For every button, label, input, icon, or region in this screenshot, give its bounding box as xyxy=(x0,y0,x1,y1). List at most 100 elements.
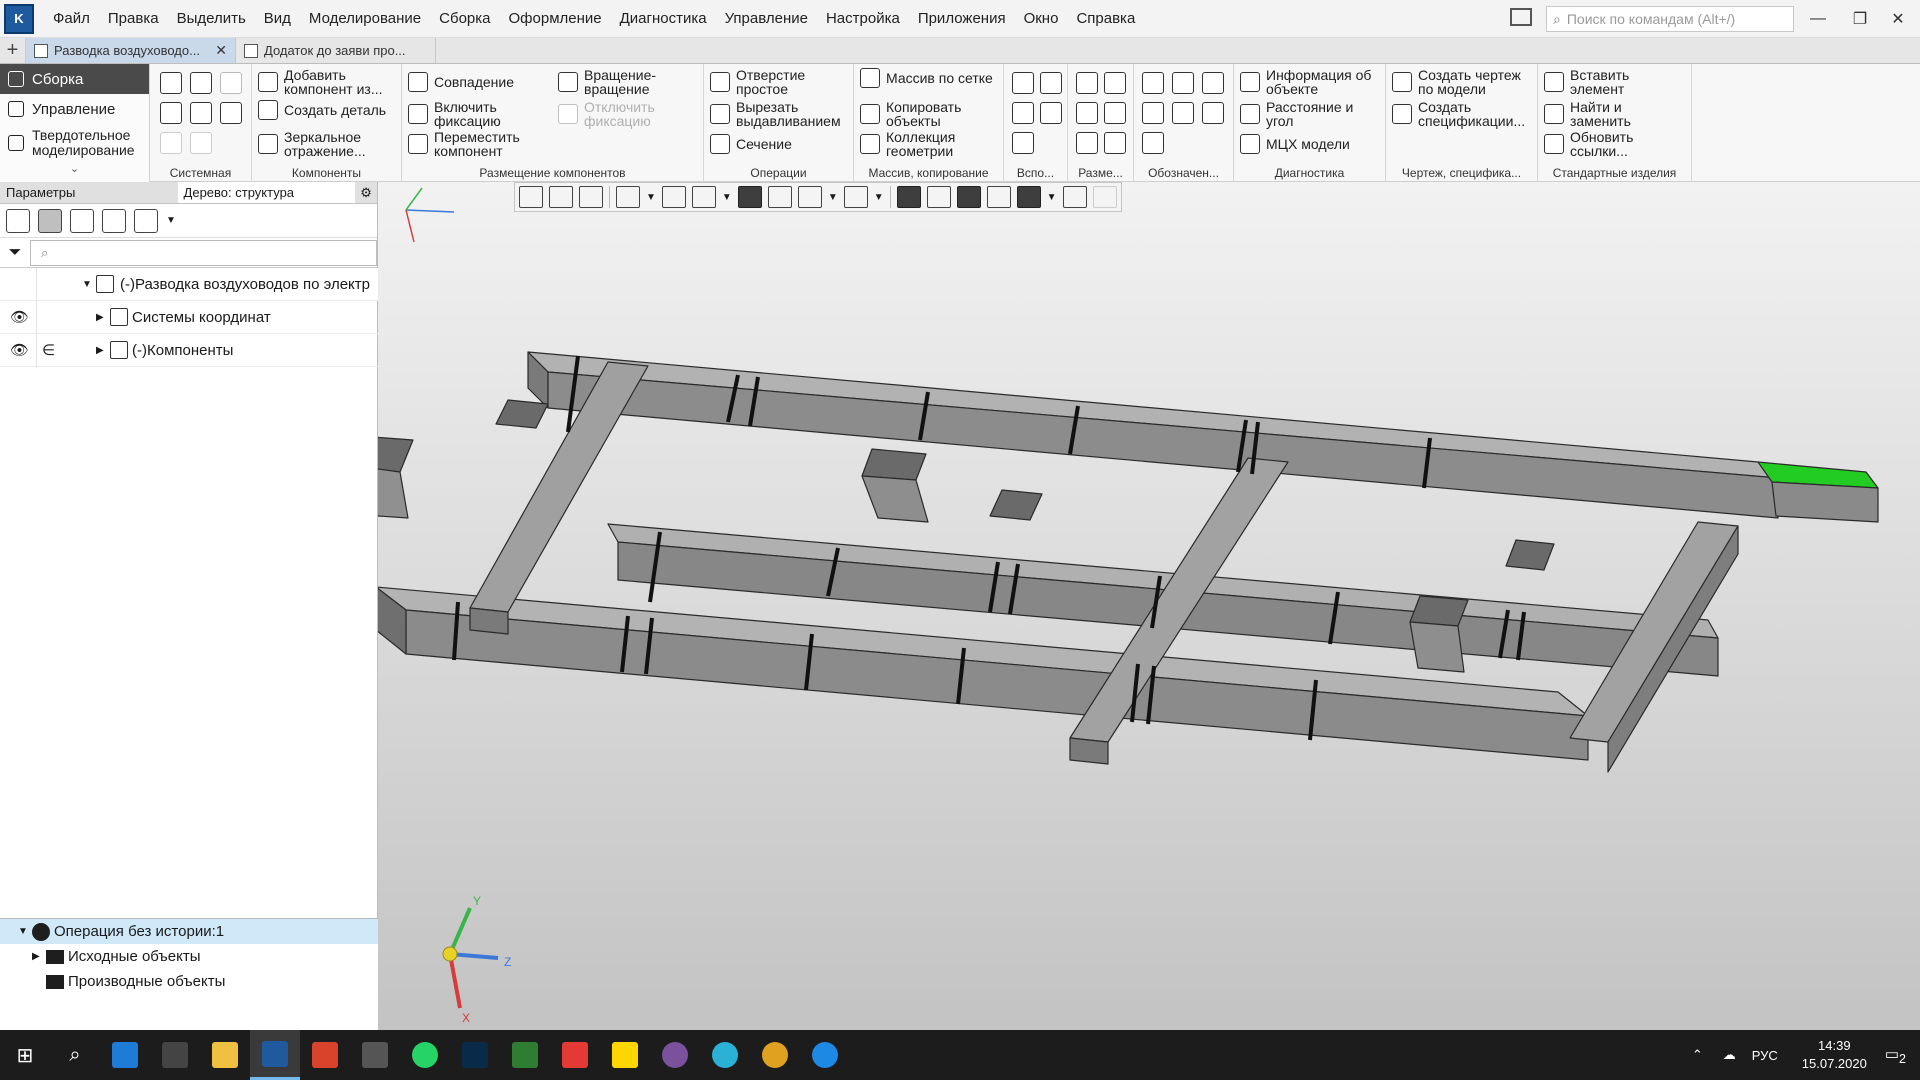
chevron-down-icon[interactable]: ⌄ xyxy=(0,162,149,175)
diameter-dim-icon[interactable] xyxy=(1104,72,1126,94)
position-icon[interactable] xyxy=(1142,132,1164,154)
restore-button[interactable]: ❐ xyxy=(1842,4,1878,34)
chevron-down-icon[interactable]: ▼ xyxy=(828,192,838,203)
derived-row[interactable]: Производные объекты xyxy=(0,969,378,994)
copy-objects-button[interactable]: Копировать объекты xyxy=(860,100,1000,128)
weld-icon[interactable] xyxy=(1172,102,1194,124)
hide-icon[interactable] xyxy=(797,186,822,208)
close-button[interactable]: ✕ xyxy=(1880,4,1916,34)
kompas-app[interactable] xyxy=(250,1030,300,1080)
snap-icon[interactable] xyxy=(986,186,1011,208)
source-row[interactable]: ▶ Исходные объекты xyxy=(0,944,378,969)
chrome-app[interactable] xyxy=(750,1030,800,1080)
print-icon[interactable] xyxy=(160,102,182,124)
aux-point-icon[interactable] xyxy=(1012,102,1034,124)
menu-apps[interactable]: Приложения xyxy=(909,0,1015,38)
wireframe-icon[interactable] xyxy=(767,186,792,208)
enable-fix-button[interactable]: Включить фиксацию xyxy=(408,100,548,128)
tree-coords[interactable]: 👁 ▶ Системы координат xyxy=(0,301,378,334)
chevron-down-icon[interactable]: ▼ xyxy=(166,215,176,226)
coincidence-button[interactable]: Совпадение xyxy=(408,72,548,92)
roughness-icon[interactable] xyxy=(1172,72,1194,94)
minimize-button[interactable]: — xyxy=(1800,4,1836,34)
tree-view-icon[interactable] xyxy=(6,208,30,233)
menu-view[interactable]: Вид xyxy=(255,0,300,38)
op-row[interactable]: ▼ Операция без истории:1 xyxy=(0,919,378,944)
sticky-notes-app[interactable] xyxy=(600,1030,650,1080)
redo-icon[interactable] xyxy=(190,132,212,154)
pdf-app[interactable] xyxy=(300,1030,350,1080)
chevron-down-icon[interactable]: ▼ xyxy=(1047,192,1057,203)
language-indicator[interactable]: РУС xyxy=(1752,1048,1778,1063)
messenger-app[interactable] xyxy=(800,1030,850,1080)
view-orient-icon[interactable] xyxy=(549,186,573,208)
mail-app[interactable] xyxy=(100,1030,150,1080)
disable-fix-button[interactable]: Отключить фиксацию xyxy=(558,100,698,128)
components-view-icon[interactable] xyxy=(70,208,94,233)
menu-edit[interactable]: Правка xyxy=(99,0,168,38)
mode-assembly[interactable]: Сборка xyxy=(0,64,149,94)
tolerance-icon[interactable] xyxy=(1142,102,1164,124)
menu-settings[interactable]: Настройка xyxy=(817,0,909,38)
close-tab-icon[interactable]: ✕ xyxy=(215,42,227,59)
tree-components[interactable]: 👁 ∈ ▶ (-)Компоненты xyxy=(0,334,378,367)
mark-icon[interactable] xyxy=(1202,102,1224,124)
section-view-icon[interactable] xyxy=(896,186,921,208)
mode-solid-modeling[interactable]: Твердотельное моделирование xyxy=(0,124,149,162)
aux-cs-icon[interactable] xyxy=(1040,102,1062,124)
notification-icon[interactable]: ▭2 xyxy=(1885,1045,1906,1066)
update-links-button[interactable]: Обновить ссылки... xyxy=(1544,130,1686,158)
rotate-button[interactable]: Вращение-вращение xyxy=(558,68,698,96)
save-all-icon[interactable] xyxy=(220,102,242,124)
arc-dim-icon[interactable] xyxy=(1104,132,1126,154)
photoshop-app[interactable] xyxy=(450,1030,500,1080)
section-button[interactable]: Сечение xyxy=(710,134,850,154)
mass-props-button[interactable]: МЦХ модели xyxy=(1240,134,1382,154)
explorer-app[interactable] xyxy=(200,1030,250,1080)
menu-modeling[interactable]: Моделирование xyxy=(300,0,430,38)
pan-icon[interactable] xyxy=(661,186,686,208)
undo-icon[interactable] xyxy=(160,132,182,154)
chevron-down-icon[interactable]: ▼ xyxy=(722,192,732,203)
filter-icon[interactable]: ⏷ xyxy=(0,244,30,262)
cloud-icon[interactable]: ☁ xyxy=(1723,1047,1736,1063)
open-folder-icon[interactable] xyxy=(190,72,212,94)
aux-line-icon[interactable] xyxy=(1012,132,1034,154)
acrobat-app[interactable] xyxy=(550,1030,600,1080)
new-document-icon[interactable] xyxy=(160,72,182,94)
filter-icon[interactable] xyxy=(1016,186,1041,208)
move-component-button[interactable]: Переместить компонент xyxy=(408,130,548,158)
menu-window[interactable]: Окно xyxy=(1015,0,1068,38)
rotate-view-icon[interactable] xyxy=(691,186,716,208)
chevron-right-icon[interactable]: ▶ xyxy=(96,312,104,323)
insert-element-button[interactable]: Вставить элемент xyxy=(1544,68,1686,96)
clock[interactable]: 14:39 15.07.2020 xyxy=(1802,1037,1867,1073)
zoom-icon[interactable] xyxy=(616,186,640,208)
aux-plane-icon[interactable] xyxy=(1012,72,1034,94)
menu-help[interactable]: Справка xyxy=(1067,0,1144,38)
camera-icon[interactable] xyxy=(843,186,868,208)
edge-app[interactable] xyxy=(700,1030,750,1080)
gear-icon[interactable]: ⚙ xyxy=(355,182,377,203)
filter-view-icon[interactable] xyxy=(102,208,126,233)
aux-axis-icon[interactable] xyxy=(1040,72,1062,94)
grid-array-button[interactable]: Массив по сетке xyxy=(860,68,1000,88)
distance-angle-button[interactable]: Расстояние и угол xyxy=(1240,100,1382,128)
angular-dim-icon[interactable] xyxy=(1076,102,1098,124)
base-icon[interactable] xyxy=(1202,72,1224,94)
tab-parameters[interactable]: Параметры xyxy=(0,182,178,203)
tab-tree[interactable]: Дерево: структура xyxy=(177,182,356,203)
menu-assembly[interactable]: Сборка xyxy=(430,0,499,38)
terminal-app[interactable] xyxy=(500,1030,550,1080)
radial-dim-icon[interactable] xyxy=(1104,102,1126,124)
sort-icon[interactable] xyxy=(134,208,158,233)
viber-app[interactable] xyxy=(650,1030,700,1080)
find-replace-button[interactable]: Найти и заменить xyxy=(1544,100,1686,128)
layers-icon[interactable] xyxy=(956,186,981,208)
hole-button[interactable]: Отверстие простое xyxy=(710,68,850,96)
linear-dim-icon[interactable] xyxy=(1076,72,1098,94)
chevron-down-icon[interactable]: ▼ xyxy=(82,279,92,290)
command-search-input[interactable]: ⌕ Поиск по командам (Alt+/) xyxy=(1546,6,1794,32)
whatsapp-app[interactable] xyxy=(400,1030,450,1080)
duct-model[interactable]: Z Y X xyxy=(362,182,1920,1030)
